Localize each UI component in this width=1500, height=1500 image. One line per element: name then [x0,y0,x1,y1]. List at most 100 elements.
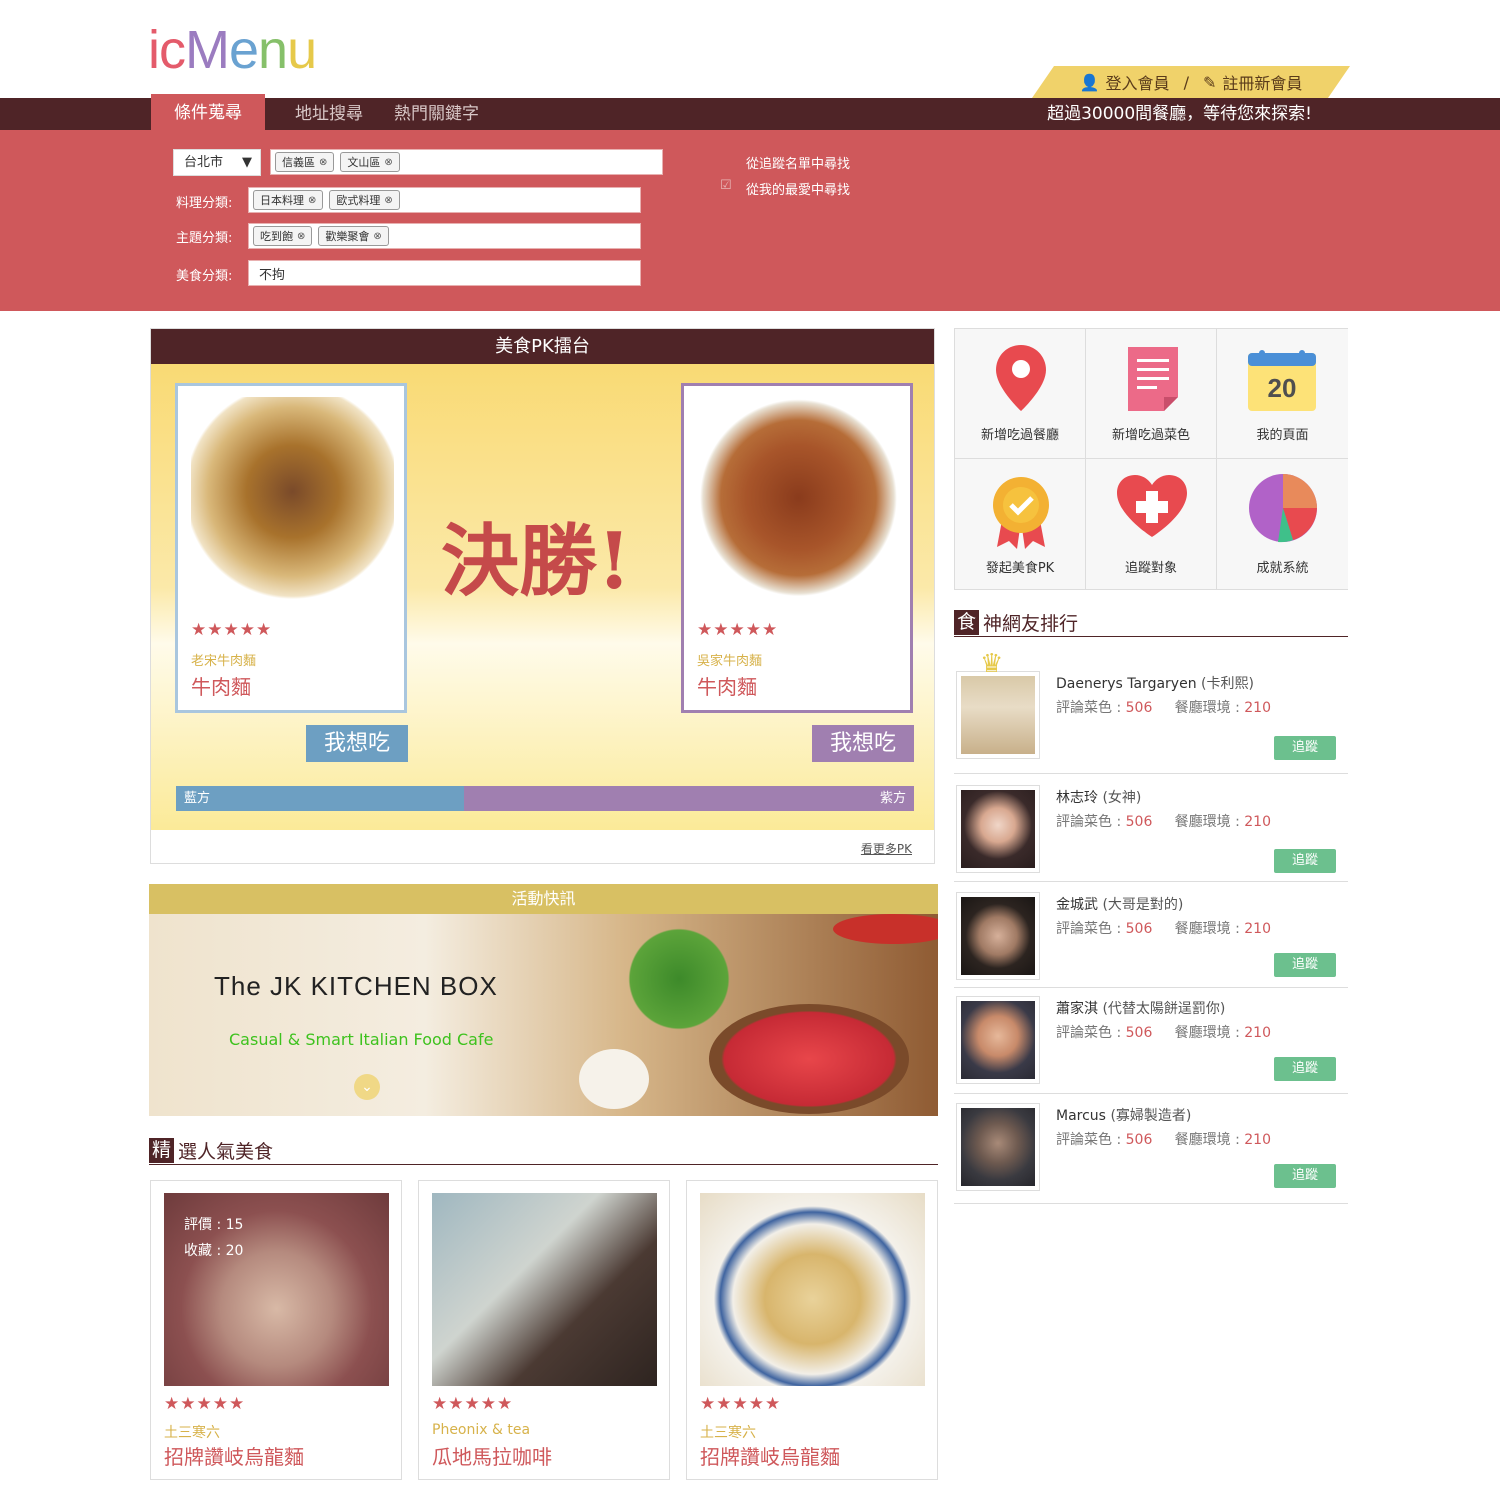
featured-card[interactable]: ★★★★★ Pheonix & tea 瓜地馬拉咖啡 [418,1180,670,1480]
want-button-left[interactable]: 我想吃 [306,725,408,762]
avatar[interactable] [956,671,1040,759]
featured-card[interactable]: ★★★★★ 土三寒六 招牌讚岐烏龍麵 [686,1180,938,1480]
food-photo [432,1193,657,1386]
food-label: 美食分類: [176,269,233,284]
food-value: 不拘 [259,267,286,283]
user-name-text: Daenerys Targaryen [1056,676,1197,692]
calendar-day: 20 [1268,373,1297,403]
close-icon[interactable]: ⊗ [308,195,316,206]
see-more-pk-link[interactable]: 看更多PK [861,840,912,857]
follow-list-action[interactable]: 追蹤對象 [1086,459,1217,589]
user-alias: (大哥是對的) [1102,897,1184,913]
my-page-action[interactable]: 20 我的頁面 [1217,329,1348,459]
logo-letter: e [228,20,259,80]
user-name[interactable]: 蕭家淇 (代替太陽餅逞罰你) [1056,998,1225,1018]
cuisine-field[interactable]: 日本料理 ⊗ 歐式料理 ⊗ [248,187,641,213]
user-stats: 評論菜色 : 506 餐廳環境 : 210 [1056,1022,1271,1042]
pk-card-right[interactable]: ★★★★★ 吳家牛肉麵 牛肉麵 [681,383,913,713]
close-icon[interactable]: ⊗ [297,231,305,242]
banner-title: The JK KITCHEN BOX [214,971,498,1001]
tab-condition-search[interactable]: 條件蒐尋 [151,94,265,130]
achievements-action[interactable]: 成就系統 [1217,459,1348,589]
want-button-right[interactable]: 我想吃 [812,725,914,762]
avatar[interactable] [956,892,1040,980]
user-name[interactable]: Daenerys Targaryen (卡利熙) [1056,673,1254,693]
pk-title: 美食PK擂台 [151,329,934,364]
user-name[interactable]: 金城武 (大哥是對的) [1056,894,1183,914]
check-icon[interactable]: ☑ [720,178,732,193]
chip-label: 日本料理 [260,194,304,207]
logo-letter: n [258,20,288,80]
featured-heading: 精選人氣美食 [149,1137,938,1165]
dish-name[interactable]: 招牌讚岐烏龍麵 [164,1441,304,1470]
register-link[interactable]: 註冊新會員 [1222,70,1302,94]
district-chip[interactable]: 文山區 ⊗ [340,152,400,172]
food-field[interactable]: 不拘 [248,260,641,286]
shop-name[interactable]: 土三寒六 [700,1422,756,1442]
cuisine-chip[interactable]: 歐式料理 ⊗ [329,190,400,210]
banner-subtitle: Casual & Smart Italian Food Cafe [229,1030,494,1049]
shop-name[interactable]: Pheonix & tea [432,1422,530,1438]
logo[interactable]: icMenu [148,20,317,80]
restaurant-name[interactable]: 老宋牛肉麵 [191,650,256,669]
logo-letter: u [287,20,317,80]
district-chip[interactable]: 信義區 ⊗ [275,152,335,172]
dish-name[interactable]: 瓜地馬拉咖啡 [432,1441,552,1470]
add-dish-action[interactable]: 新增吃過菜色 [1086,329,1217,459]
vote-purple: 紫方 [463,786,914,811]
slogan: 超過30000間餐廳，等待您來探索! [1047,104,1312,124]
follow-button[interactable]: 追蹤 [1274,1164,1336,1188]
ranking-heading: 食神網友排行 [954,609,1348,637]
action-label: 發起美食PK [985,561,1055,576]
theme-field[interactable]: 吃到飽 ⊗ 歡樂聚會 ⊗ [248,223,641,249]
chevron-down-icon: ▼ [242,155,252,170]
env-stat-label: 餐廳環境 : [1174,1132,1245,1148]
follow-button[interactable]: 追蹤 [1274,953,1336,977]
search-follow-option[interactable]: 從追蹤名單中尋找 [746,153,850,172]
close-icon[interactable]: ⊗ [384,195,392,206]
fav-count: 收藏 : 20 [184,1243,244,1259]
cuisine-chip[interactable]: 日本料理 ⊗ [253,190,324,210]
ranking-row: 金城武 (大哥是對的) 評論菜色 : 506 餐廳環境 : 210 追蹤 [954,892,1348,988]
dish-stat-value: 506 [1125,814,1153,830]
start-pk-action[interactable]: 發起美食PK [955,459,1086,589]
dish-name[interactable]: 牛肉麵 [191,671,251,700]
activity-banner[interactable]: The JK KITCHEN BOX Casual & Smart Italia… [149,914,938,1116]
user-name[interactable]: Marcus (寡婦製造者) [1056,1105,1191,1125]
tab-hot-keywords[interactable]: 熱門關鍵字 [394,98,479,130]
action-label: 追蹤對象 [1124,561,1177,576]
avatar[interactable] [956,785,1040,873]
dish-name[interactable]: 牛肉麵 [697,671,757,700]
chip-label: 吃到飽 [260,230,293,243]
chevron-down-icon[interactable]: ⌄ [354,1074,380,1100]
ranking-row: 蕭家淇 (代替太陽餅逞罰你) 評論菜色 : 506 餐廳環境 : 210 追蹤 [954,996,1348,1094]
search-favorite-option[interactable]: 從我的最愛中尋找 [746,179,850,198]
follow-button[interactable]: 追蹤 [1274,849,1336,873]
add-restaurant-action[interactable]: 新增吃過餐廳 [955,329,1086,459]
close-icon[interactable]: ⊗ [319,157,327,168]
pk-card-left[interactable]: ★★★★★ 老宋牛肉麵 牛肉麵 [175,383,407,713]
follow-button[interactable]: 追蹤 [1274,736,1336,760]
user-icon: 👤 [1079,72,1100,92]
pk-arena: 美食PK擂台 決勝! ★★★★★ 老宋牛肉麵 牛肉麵 ★★★★★ 吳家牛肉麵 牛… [150,328,935,864]
theme-chip[interactable]: 歡樂聚會 ⊗ [318,226,389,246]
district-field[interactable]: 信義區 ⊗ 文山區 ⊗ [270,149,663,175]
env-stat-value: 210 [1244,1025,1271,1041]
rating-stars: ★★★★★ [164,1394,246,1414]
login-link[interactable]: 登入會員 [1106,70,1170,94]
follow-button[interactable]: 追蹤 [1274,1057,1336,1081]
shop-name[interactable]: 土三寒六 [164,1422,220,1442]
close-icon[interactable]: ⊗ [384,157,392,168]
restaurant-name[interactable]: 吳家牛肉麵 [697,650,762,669]
avatar[interactable] [956,1103,1040,1191]
avatar[interactable] [956,996,1040,1084]
tab-address-search[interactable]: 地址搜尋 [295,98,363,130]
chip-label: 信義區 [282,156,315,169]
close-icon[interactable]: ⊗ [373,231,381,242]
dish-stat-label: 評論菜色 : [1056,1025,1126,1041]
theme-chip[interactable]: 吃到飽 ⊗ [253,226,313,246]
city-select[interactable]: 台北市 ▼ [173,149,261,176]
user-name[interactable]: 林志玲 (女神) [1056,787,1141,807]
featured-card[interactable]: 評價 : 15 收藏 : 20 ★★★★★ 土三寒六 招牌讚岐烏龍麵 [150,1180,402,1480]
dish-name[interactable]: 招牌讚岐烏龍麵 [700,1441,840,1470]
